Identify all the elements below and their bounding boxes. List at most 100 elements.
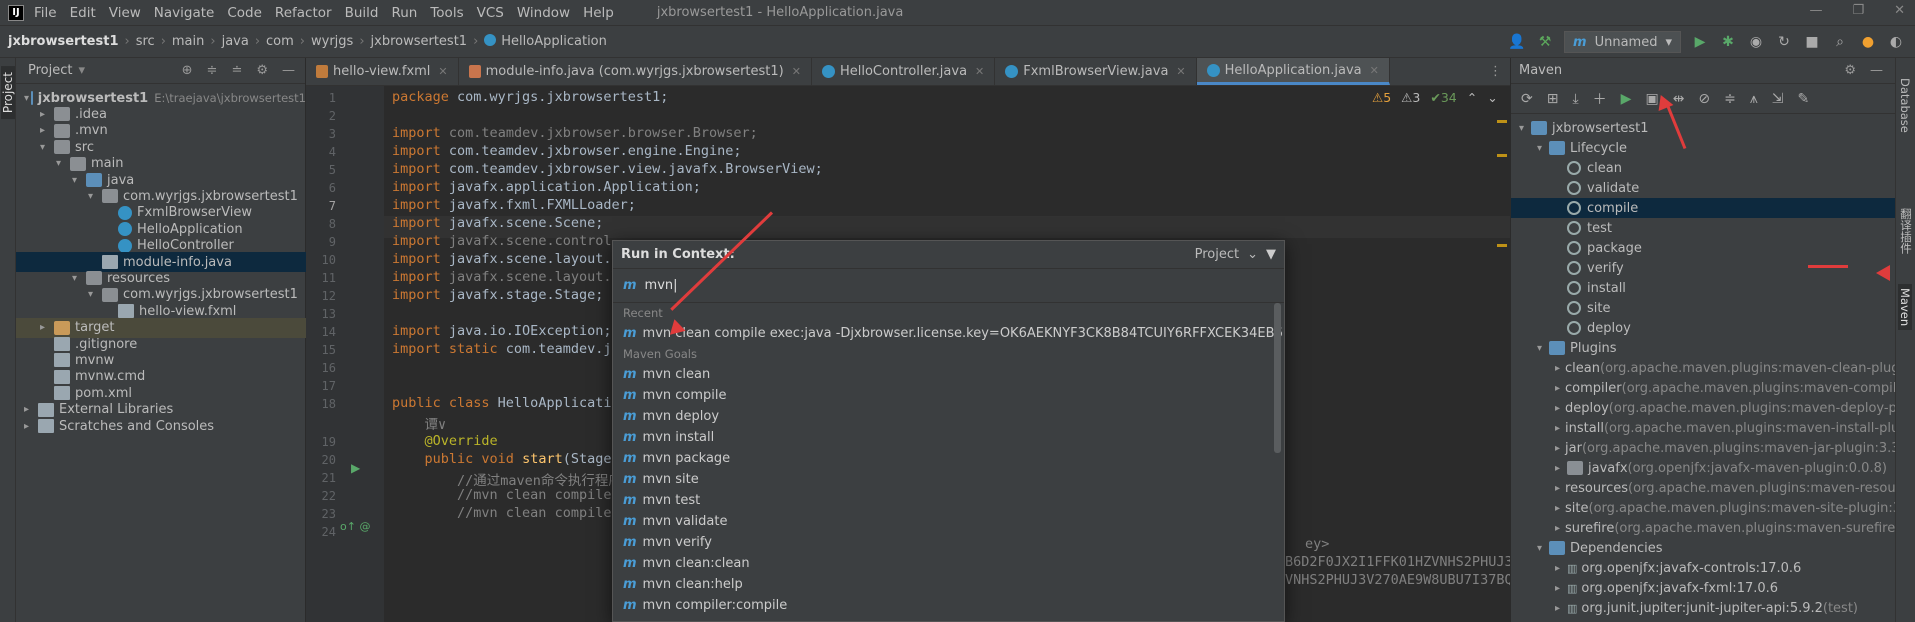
code-line[interactable]: //mvn clean compile	[392, 487, 611, 503]
command-input[interactable]: mvn	[645, 278, 674, 293]
chevron-up-icon[interactable]: ⌃	[1467, 90, 1477, 105]
chevron-down-icon[interactable]: ▾	[56, 158, 68, 169]
chevron-down-icon[interactable]: ▾	[1537, 543, 1549, 554]
restore-icon[interactable]: ❐	[1852, 3, 1864, 18]
code-line[interactable]: import javafx.scene.control.	[392, 233, 620, 249]
maven-tree-item[interactable]: site	[1511, 298, 1896, 318]
menu-item-edit[interactable]: Edit	[70, 5, 96, 21]
chevron-right-icon[interactable]: ▸	[1555, 363, 1560, 374]
locate-icon[interactable]: ⊕	[182, 63, 193, 78]
gear-icon[interactable]: ⚙	[256, 63, 268, 78]
maven-goal-item[interactable]: m mvn clean	[613, 364, 1284, 385]
command-input-row[interactable]: m mvn |	[613, 269, 1284, 303]
chevron-right-icon[interactable]: ▸	[1555, 603, 1567, 614]
settings-icon[interactable]: ◐	[1887, 33, 1905, 51]
chevron-right-icon[interactable]: ▸	[1555, 423, 1560, 434]
editor-tab[interactable]: HelloApplication.java ✕	[1196, 58, 1390, 85]
expand-all-icon[interactable]: ≑	[207, 63, 218, 78]
code-line[interactable]: import com.teamdev.jxbrowser.view.javafx…	[392, 161, 823, 177]
maven-tree-item[interactable]: ▸ ▥ org.openjfx:javafx-controls:17.0.6	[1511, 558, 1896, 578]
breadcrumb-item[interactable]: jxbrowsertest1	[371, 34, 468, 49]
code-line[interactable]: package com.wyrjgs.jxbrowsertest1;	[392, 89, 668, 105]
close-icon[interactable]: ✕	[975, 65, 984, 78]
menu-item-refactor[interactable]: Refactor	[275, 5, 332, 21]
close-icon[interactable]: ✕	[438, 65, 447, 78]
chevron-down-icon[interactable]: ▾	[88, 191, 100, 202]
maven-tree-item[interactable]: ▸ compiler (org.apache.maven.plugins:mave…	[1511, 378, 1904, 398]
scope-select[interactable]: Project ⌄ ▼	[1195, 247, 1276, 262]
generate-sources-icon[interactable]: ⊞	[1547, 91, 1559, 107]
maven-goal-item[interactable]: m mvn deploy	[613, 406, 1284, 427]
editor-tab[interactable]: FxmlBrowserView.java ✕	[995, 58, 1197, 85]
maven-tree-item[interactable]: package	[1511, 238, 1896, 258]
maven-tree-item[interactable]: ▾ Plugins	[1511, 338, 1896, 358]
debug-icon[interactable]: ✱	[1719, 33, 1737, 51]
code-line[interactable]: //通过maven命令执行程序	[392, 469, 622, 489]
chevron-right-icon[interactable]: ▸	[1555, 443, 1560, 454]
maven-tree-item[interactable]: install	[1511, 278, 1896, 298]
editor-tab[interactable]: HelloController.java ✕	[812, 58, 996, 85]
code-line[interactable]: import com.teamdev.jxbrowser.browser.Bro…	[392, 125, 758, 141]
maven-tree-item[interactable]: clean	[1511, 158, 1896, 178]
collapse-all-icon[interactable]: ≐	[231, 63, 242, 78]
code-line[interactable]: import java.io.IOException;	[392, 323, 611, 339]
menu-item-vcs[interactable]: VCS	[477, 5, 504, 21]
tabs-menu-icon[interactable]: ⋮	[1481, 58, 1510, 85]
maven-tree-item[interactable]: ▾ jxbrowsertest1	[1511, 118, 1896, 138]
code-line[interactable]: @Override	[392, 433, 498, 449]
chevron-down-icon[interactable]: ▾	[78, 63, 85, 78]
run-configuration-select[interactable]: m Unnamed ▾	[1564, 31, 1681, 53]
skip-tests-icon[interactable]: ⊘	[1698, 91, 1710, 107]
collapse-icon[interactable]: ≑	[1724, 91, 1736, 107]
menu-item-tools[interactable]: Tools	[430, 5, 463, 21]
chevron-down-icon[interactable]: ▾	[24, 93, 29, 104]
breadcrumb-item[interactable]: main	[172, 34, 204, 49]
maven-goal-item[interactable]: m mvn clean:help	[613, 574, 1284, 595]
chevron-right-icon[interactable]: ▸	[1555, 383, 1560, 394]
maven-tree-item[interactable]: ▸ ▥ org.junit.jupiter:junit-jupiter-api:5.…	[1511, 598, 1896, 618]
search-everywhere-icon[interactable]: ⌕	[1831, 33, 1849, 51]
chevron-down-icon[interactable]: ⌄	[1487, 90, 1497, 105]
code-line[interactable]: import com.teamdev.jxbrowser.engine.Engi…	[392, 143, 742, 159]
chevron-right-icon[interactable]: ▸	[1555, 503, 1560, 514]
chevron-down-icon[interactable]: ▾	[72, 175, 84, 186]
expand-icon[interactable]: ⇲	[1772, 91, 1784, 107]
maven-tree-item[interactable]: ▸ clean (org.apache.maven.plugins:maven-c…	[1511, 358, 1911, 378]
inspection-widget[interactable]: ⚠5 ⚠3 ✔34 ⌃ ⌄	[1372, 90, 1498, 105]
chevron-right-icon[interactable]: ▸	[24, 421, 36, 432]
maven-goal-item[interactable]: m mvn compiler:compile	[613, 595, 1284, 616]
wrench-icon[interactable]: ✎	[1798, 91, 1810, 107]
override-gutter-icon[interactable]: o↑ @	[340, 520, 370, 533]
code-line[interactable]: 谭∨	[392, 413, 447, 433]
code-line[interactable]: import javafx.scene.Scene;	[392, 215, 603, 231]
maven-tree-item[interactable]: ▸ install (org.apache.maven.plugins:maven…	[1511, 418, 1907, 438]
filter-icon[interactable]: ▼	[1266, 247, 1276, 262]
close-icon[interactable]: ✕	[1176, 65, 1185, 78]
recent-command[interactable]: m mvn clean compile exec:java -Djxbrowser…	[613, 323, 1284, 344]
reload-icon[interactable]: ⟳	[1521, 91, 1533, 107]
maven-goal-item[interactable]: m mvn install	[613, 427, 1284, 448]
profile-icon[interactable]: ↻	[1775, 33, 1793, 51]
close-window-icon[interactable]: ✕	[1894, 3, 1905, 18]
update-icon[interactable]: ●	[1859, 33, 1877, 51]
close-icon[interactable]: ✕	[1370, 64, 1379, 77]
chevron-right-icon[interactable]: ▸	[1555, 483, 1560, 494]
chevron-down-icon[interactable]: ▾	[1537, 143, 1549, 154]
code-line[interactable]: public class HelloApplicati	[392, 395, 611, 411]
project-panel-title[interactable]: Project	[28, 63, 72, 78]
maven-tree-item[interactable]: test	[1511, 218, 1896, 238]
maven-tree-item[interactable]: validate	[1511, 178, 1896, 198]
chevron-right-icon[interactable]: ▸	[40, 109, 52, 120]
maven-tree-item[interactable]: ▸ surefire (org.apache.maven.plugins:mave…	[1511, 518, 1908, 538]
user-icon[interactable]: 👤	[1508, 33, 1526, 51]
tree-item[interactable]: ▸ Scratches and Consoles	[16, 416, 306, 436]
menu-item-build[interactable]: Build	[345, 5, 379, 21]
chevron-down-icon[interactable]: ▾	[1519, 123, 1531, 134]
code-line[interactable]: public void start(Stage	[392, 451, 612, 467]
maven-goal-item[interactable]: m mvn compile	[613, 385, 1284, 406]
code-line[interactable]: import javafx.fxml.FXMLLoader;	[392, 197, 636, 213]
run-maven-build-icon[interactable]: ▶	[1621, 91, 1632, 107]
gear-icon[interactable]: ⚙	[1844, 63, 1856, 78]
breadcrumb-item[interactable]: src	[136, 34, 155, 49]
breadcrumb-item[interactable]: java	[222, 34, 249, 49]
